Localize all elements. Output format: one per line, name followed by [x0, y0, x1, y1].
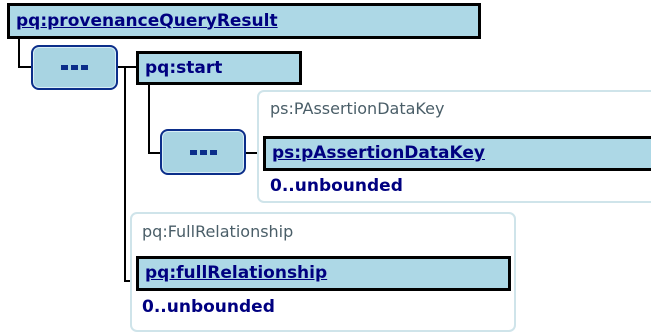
- root-element-node[interactable]: pq:provenanceQueryResult: [7, 3, 481, 39]
- connector-start-to-seq2-vertical: [148, 84, 150, 154]
- relationship-element-node[interactable]: pq:fullRelationship: [136, 256, 511, 291]
- relationship-element-label: pq:fullRelationship: [145, 263, 328, 283]
- start-element-label: pq:start: [145, 57, 223, 78]
- start-element-node[interactable]: pq:start: [136, 51, 302, 85]
- passertion-type-label: ps:PAssertionDataKey: [270, 99, 445, 118]
- connector-root-to-seq1-vertical: [18, 37, 20, 68]
- connector-root-to-seq1-horizontal: [18, 66, 32, 68]
- root-element-label: pq:provenanceQueryResult: [16, 10, 278, 31]
- sequence-compositor-start[interactable]: [160, 129, 246, 175]
- sequence-compositor-icon: [189, 149, 217, 155]
- passertion-occurrence: 0..unbounded: [270, 176, 403, 196]
- relationship-type-label: pq:FullRelationship: [142, 222, 294, 241]
- relationship-occurrence: 0..unbounded: [142, 297, 275, 317]
- connector-seq1-trunk: [124, 66, 126, 282]
- passertion-element-label: ps:pAssertionDataKey: [272, 143, 485, 163]
- sequence-compositor-icon: [61, 65, 88, 70]
- passertion-element-node[interactable]: ps:pAssertionDataKey: [263, 136, 651, 171]
- sequence-compositor-root[interactable]: [31, 45, 118, 90]
